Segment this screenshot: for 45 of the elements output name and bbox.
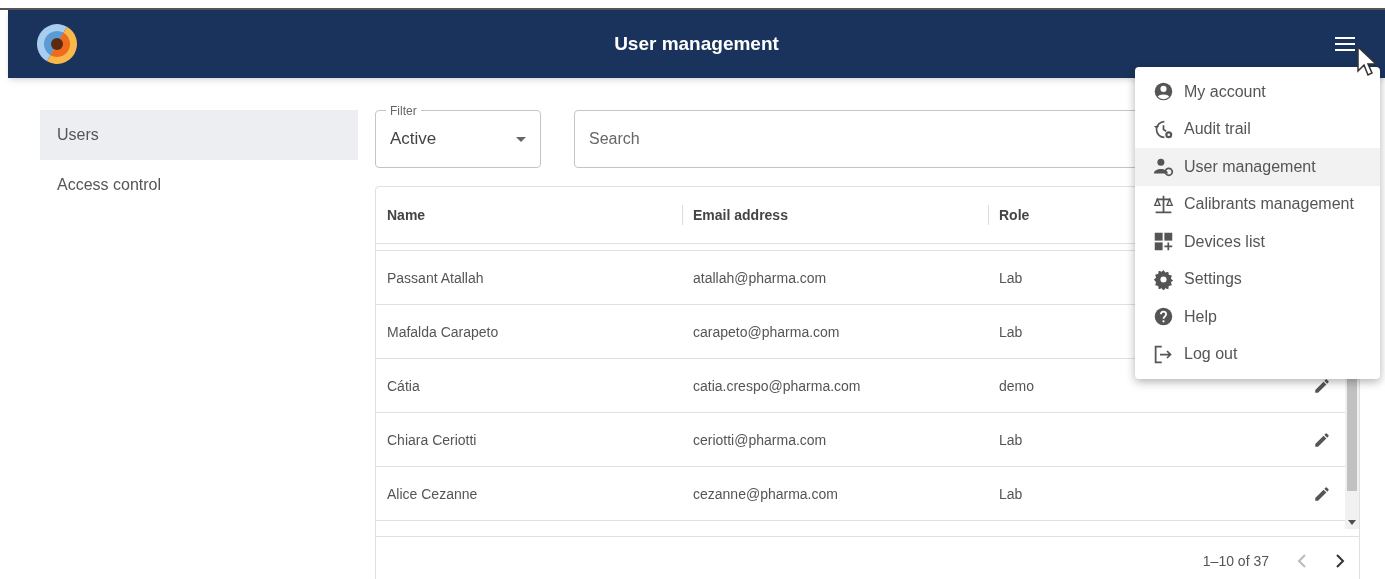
table-cell: atallah@pharma.com (693, 269, 827, 286)
edit-icon[interactable] (1313, 376, 1331, 395)
pagination-range: 1–10 of 37 (1202, 551, 1269, 571)
edit-icon[interactable] (1313, 430, 1331, 449)
history-gear-icon (1153, 118, 1174, 140)
column-header: Name (387, 205, 426, 225)
sidebar-item[interactable]: Access control (40, 160, 358, 210)
logout-icon (1153, 343, 1174, 365)
logo-icon (36, 23, 78, 65)
header-title: User management (614, 31, 779, 56)
table-cell: ceriotti@pharma.com (693, 431, 827, 448)
caret-icon (516, 136, 526, 142)
table-cell: Lab (999, 323, 1023, 340)
table-cell: cezanne@pharma.com (693, 485, 838, 502)
scroll-down-icon[interactable] (1348, 520, 1356, 526)
menu-item[interactable]: Log out (1135, 335, 1380, 373)
help-icon (1153, 306, 1174, 328)
menu-item[interactable]: Calibrants management (1135, 185, 1380, 223)
menu-item[interactable]: Devices list (1135, 223, 1380, 261)
scale-icon (1153, 193, 1174, 215)
filter-value: Active (390, 128, 437, 151)
person-gear-icon (1153, 156, 1174, 178)
table-cell: demo (999, 377, 1035, 394)
column-header: Role (999, 205, 1030, 225)
table-cell: Alice Cezanne (387, 485, 478, 502)
table-cell: Chiara Ceriotti (387, 431, 477, 448)
table-cell: catia.crespo@pharma.com (693, 377, 861, 394)
table-cell: Mafalda Carapeto (387, 323, 499, 340)
table-cell: Lab (999, 485, 1023, 502)
menu-item[interactable]: Help (1135, 298, 1380, 336)
grid-plus-icon (1153, 231, 1174, 253)
settings-icon (1153, 268, 1174, 290)
table-cell: Lab (999, 431, 1023, 448)
menu-item[interactable]: My account (1135, 73, 1380, 111)
table-cell: carapeto@pharma.com (693, 323, 840, 340)
table-cell: Passant Atallah (387, 269, 484, 286)
menu-item[interactable]: Settings (1135, 260, 1380, 298)
column-header: Email address (693, 205, 788, 225)
sidebar-item[interactable]: Users (40, 110, 358, 160)
table-cell: Lab (999, 269, 1023, 286)
menu-item[interactable]: User management (1135, 148, 1380, 186)
next-page-icon[interactable] (1335, 554, 1345, 568)
table-cell: Cátia (387, 377, 420, 394)
edit-icon[interactable] (1313, 484, 1331, 503)
account-icon (1153, 81, 1174, 103)
